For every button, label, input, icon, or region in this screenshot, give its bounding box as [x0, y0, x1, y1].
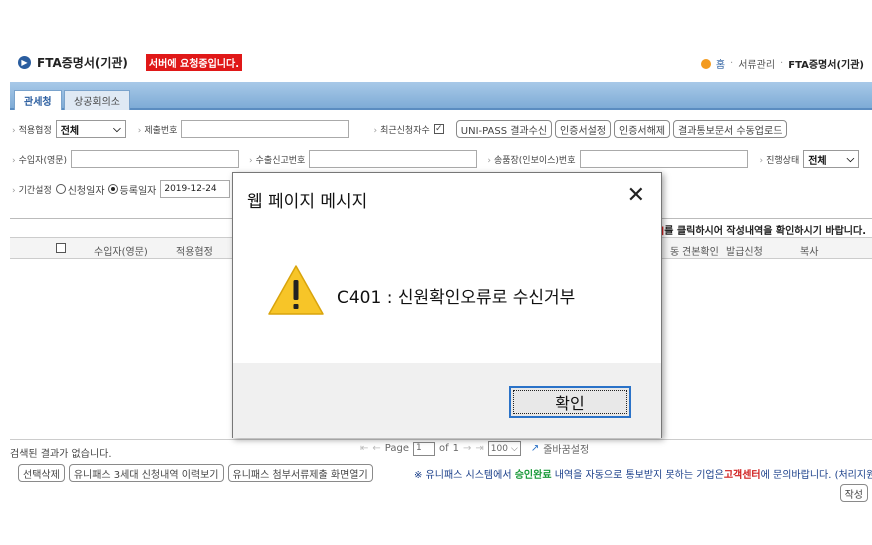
breadcrumb-separator: ·	[780, 58, 784, 69]
wrench-icon: ↗	[530, 443, 540, 454]
breadcrumb-section[interactable]: 서류관리	[738, 56, 775, 71]
radio-application-date[interactable]	[55, 184, 66, 194]
breadcrumb-separator: ·	[730, 58, 734, 69]
ok-button[interactable]: 확인	[509, 386, 631, 418]
tab-customs[interactable]: 관세청	[14, 90, 62, 110]
latest-only-label: 최근신청자수	[373, 123, 430, 136]
total-pages: 1	[452, 443, 460, 454]
last-page-icon[interactable]: ⇥	[475, 443, 483, 454]
page-size-value: 100	[490, 443, 508, 454]
page-marker-icon: ▶	[18, 56, 31, 69]
importer-label: 수입자(영문)	[12, 153, 67, 166]
bottom-notice-suffix: 에 문의바랍니다. (처리지원)	[760, 470, 872, 481]
search-row-2: 수입자(영문) 수출신고번호 송품장(인보이스)번호 진행상태 전체 ⌵	[12, 149, 872, 169]
search-row-1: 적용협정 전체 ⌵ 제출번호 최근신청자수 ✓ UNI-PASS 결과수신 인증…	[12, 119, 872, 139]
radio-registration-date-label: 등록일자	[119, 185, 157, 197]
agreement-label: 적용협정	[12, 123, 52, 136]
progress-status-value: 전체	[808, 155, 827, 167]
chevron-down-icon: ⌵	[846, 153, 855, 165]
tab-chamber-of-commerce[interactable]: 상공회의소	[64, 90, 130, 110]
col-copy[interactable]: 복사	[800, 243, 818, 258]
col-importer[interactable]: 수입자(영문)	[94, 243, 148, 258]
agreement-select[interactable]: 전체 ⌵	[55, 120, 126, 138]
col-dong[interactable]: 동	[670, 243, 679, 258]
submission-no-input[interactable]	[181, 120, 350, 138]
agreement-select-value: 전체	[60, 125, 80, 137]
period-label: 기간설정	[12, 183, 52, 196]
dialog-title: 웹 페이지 메시지	[247, 192, 368, 212]
chevron-down-icon: ⌵	[510, 443, 518, 454]
manual-upload-button[interactable]: 결과통보문서 수동업로드	[673, 120, 788, 138]
column-settings-link[interactable]: 줄바꿈설정	[543, 441, 589, 456]
col-sample-check[interactable]: 견본확인	[682, 243, 719, 258]
next-page-icon[interactable]: →	[463, 443, 471, 454]
pager: ⇤ ← Page 1 of 1 → ⇥ 100 ⌵ ↗ 줄바꿈설정	[360, 441, 589, 456]
empty-result-message: 검색된 결과가 없습니다.	[10, 449, 112, 460]
submission-no-label: 제출번호	[138, 123, 177, 136]
breadcrumb-current: FTA증명서(기관)	[788, 60, 864, 71]
cert-release-button[interactable]: 인증서해제	[614, 120, 671, 138]
bottom-notice-middle: 내역을 자동으로 통보받지 못하는 기업은	[551, 470, 724, 481]
home-icon	[700, 58, 711, 69]
latest-only-checkbox[interactable]: ✓	[433, 124, 444, 134]
tab-bar: 관세청 상공회의소	[10, 82, 872, 110]
page-title: FTA증명서(기관)	[37, 56, 128, 70]
invoice-no-label: 송품장(인보이스)번호	[487, 153, 576, 166]
export-decl-label: 수출신고번호	[249, 153, 306, 166]
breadcrumb: 홈 · 서류관리 · FTA증명서(기관)	[700, 56, 864, 71]
select-all-checkbox[interactable]	[56, 243, 66, 253]
status-badge: 서버에 요청중입니다.	[145, 54, 243, 71]
chevron-down-icon: ⌵	[113, 123, 121, 135]
delete-selected-button[interactable]: 선택삭제	[18, 464, 65, 482]
bottom-notice-support-center[interactable]: 고객센터	[724, 470, 761, 481]
bottom-buttons: 선택삭제 유니패스 3세대 신청내역 이력보기 유니패스 첨부서류제출 화면열기	[18, 464, 373, 482]
search-row-3: 기간설정 신청일자 등록일자 2019-12-24	[12, 179, 231, 199]
export-decl-input[interactable]	[309, 150, 478, 168]
cert-settings-button[interactable]: 인증서설정	[555, 120, 612, 138]
first-page-icon[interactable]: ⇤	[360, 443, 368, 454]
message-dialog: 웹 페이지 메시지 ✕ C401 : 신원확인오류로 수신거부 확인	[232, 172, 662, 438]
dialog-message: C401 : 신원확인오류로 수신거부	[337, 288, 576, 308]
bottom-notice-approved: 승인완료	[514, 470, 552, 481]
col-agreement[interactable]: 적용협정	[176, 243, 213, 258]
progress-status-select[interactable]: 전체 ⌵	[803, 150, 860, 168]
warning-icon	[268, 265, 324, 315]
radio-registration-date[interactable]	[107, 184, 118, 194]
page-label: Page	[384, 443, 409, 454]
progress-status-label: 진행상태	[760, 153, 799, 166]
of-label: of	[439, 443, 449, 454]
prev-page-icon[interactable]: ←	[372, 443, 380, 454]
unipass-attachment-button[interactable]: 유니패스 첨부서류제출 화면열기	[227, 464, 373, 482]
start-date-input[interactable]: 2019-12-24	[160, 180, 231, 198]
page-header: ▶ FTA증명서(기관) 서버에 요청중입니다.	[18, 54, 243, 71]
bottom-notice-prefix: ※ 유니패스 시스템에서	[414, 470, 515, 481]
radio-application-date-label: 신청일자	[67, 185, 105, 197]
close-icon[interactable]: ✕	[627, 183, 645, 208]
unipass-history-button[interactable]: 유니패스 3세대 신청내역 이력보기	[68, 464, 224, 482]
page-input[interactable]: 1	[413, 441, 435, 456]
dialog-footer: 확인	[233, 363, 661, 438]
action-buttons: UNI-PASS 결과수신 인증서설정 인증서해제 결과통보문서 수동업로드	[455, 120, 788, 138]
breadcrumb-home[interactable]: 홈	[716, 56, 725, 71]
col-issue-request[interactable]: 발급신청	[726, 243, 763, 258]
unipass-receive-button[interactable]: UNI-PASS 결과수신	[455, 120, 553, 138]
invoice-no-input[interactable]	[579, 150, 748, 168]
importer-input[interactable]	[71, 150, 240, 168]
bottom-notice: ※ 유니패스 시스템에서 승인완료 내역을 자동으로 통보받지 못하는 기업은고…	[414, 466, 872, 481]
page-size-select[interactable]: 100 ⌵	[487, 441, 521, 456]
dialog-body: C401 : 신원확인오류로 수신거부	[233, 223, 661, 361]
write-button[interactable]: 작성	[839, 484, 868, 502]
